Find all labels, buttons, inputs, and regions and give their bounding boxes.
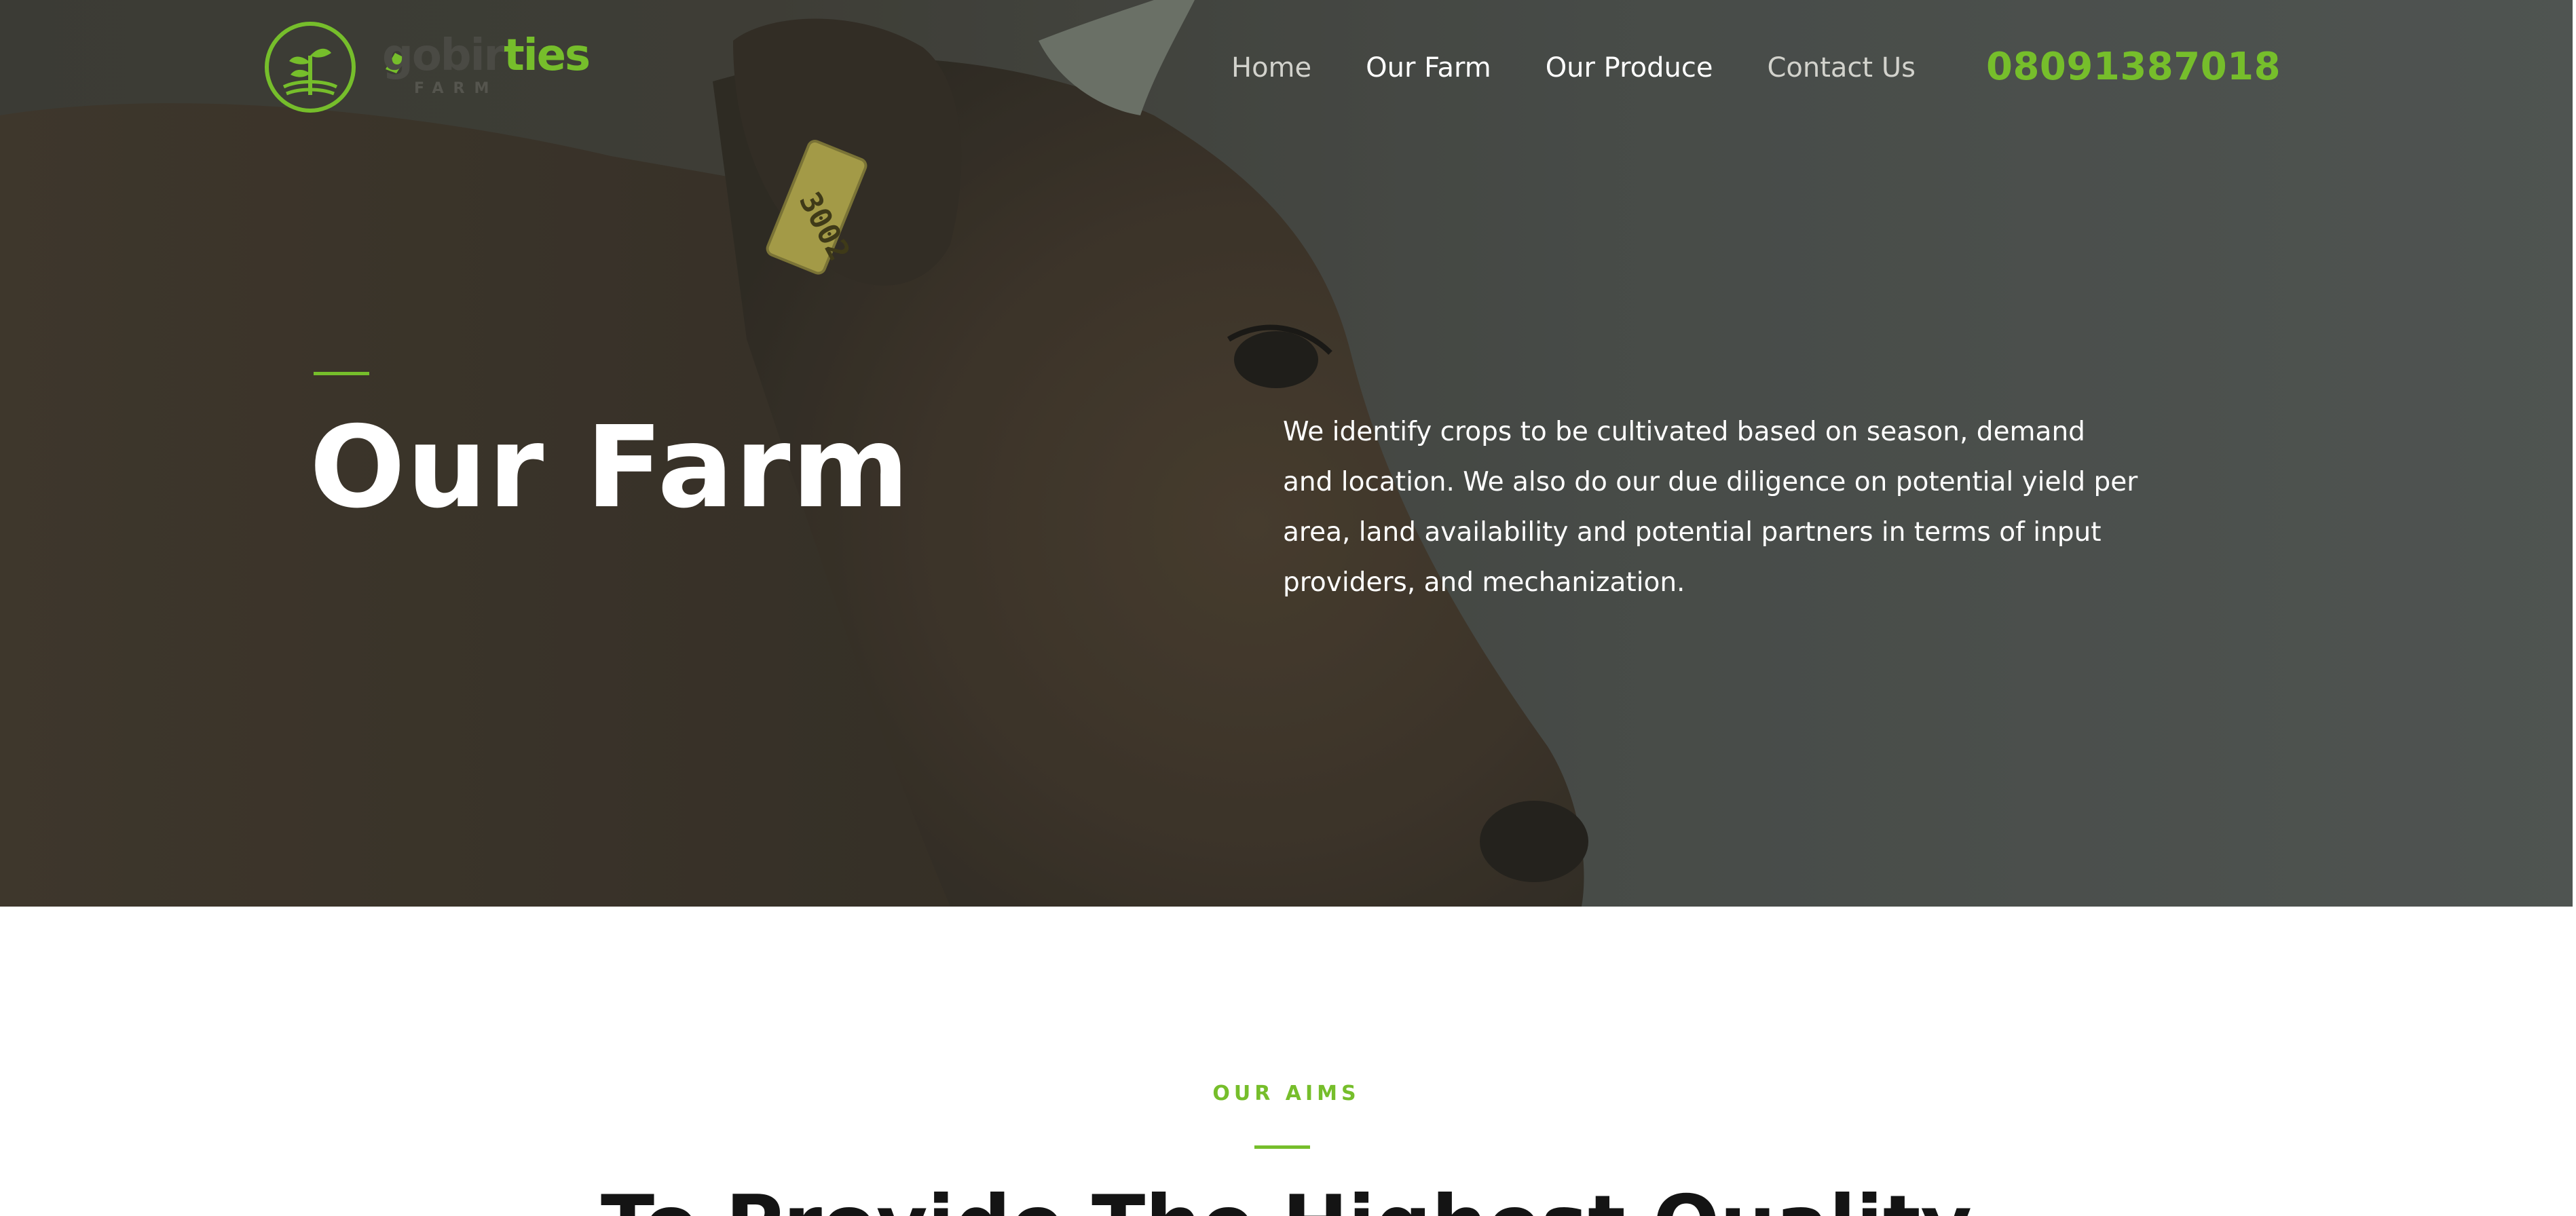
logo-wordmark: gobirties: [382, 34, 591, 77]
nav-link-home[interactable]: Home: [1231, 49, 1311, 87]
page-edge: [2573, 0, 2576, 1216]
logo-text-green: ties: [504, 31, 591, 81]
title-accent-line: [314, 372, 369, 375]
logo-subtitle: FARM: [414, 80, 499, 97]
site-logo[interactable]: gobirties FARM: [263, 20, 591, 115]
logo-plant-icon: [265, 22, 356, 113]
page-title: Our Farm: [310, 402, 911, 533]
section-heading: To Provide The Highest Quality: [0, 1174, 2573, 1216]
hero-section: 3002 gobirties FARM Home Our Farm Our Pr…: [0, 0, 2573, 907]
section-eyebrow-our-aims: OUR AIMS: [1212, 1082, 1360, 1105]
logo-text-dim: gobir: [382, 31, 505, 81]
nav-link-our-produce[interactable]: Our Produce: [1546, 49, 1713, 87]
main-navigation: Home Our Farm Our Produce Contact Us: [1231, 49, 1916, 87]
phone-number-link[interactable]: 08091387018: [1986, 42, 2281, 92]
nav-link-contact-us[interactable]: Contact Us: [1767, 49, 1915, 87]
hero-intro-text: We identify crops to be cultivated based…: [1283, 417, 2138, 598]
site-header: gobirties FARM Home Our Farm Our Produce…: [0, 0, 2573, 136]
section-accent-line: [1254, 1145, 1310, 1149]
nav-link-our-farm[interactable]: Our Farm: [1366, 49, 1491, 87]
